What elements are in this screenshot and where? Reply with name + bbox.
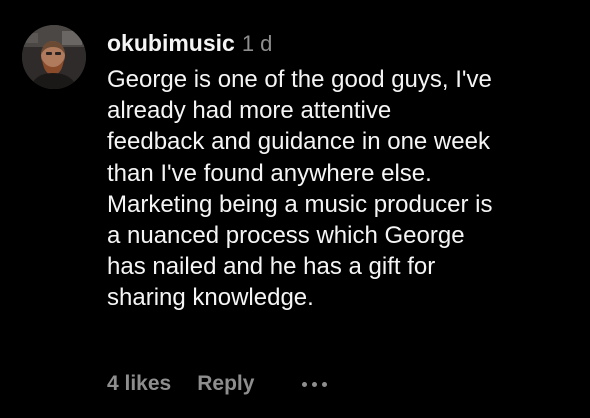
avatar[interactable] — [22, 25, 86, 89]
likes-count-link[interactable]: 4 likes — [107, 372, 171, 396]
username-link[interactable]: okubimusic — [107, 30, 235, 57]
comment-actions: 4 likes Reply — [107, 369, 328, 399]
comment-text-line: already had more attentive — [107, 97, 392, 125]
dot — [302, 381, 308, 387]
comment-text-line: Marketing being a music producer is — [107, 190, 493, 218]
comment-text-line: has nailed and he has a gift for — [107, 253, 436, 281]
comment-text-line: sharing knowledge. — [107, 284, 314, 312]
comment-text-line: a nuanced process which George — [107, 222, 465, 250]
comment-content: okubimusic 1 d George is one of the good… — [107, 30, 583, 314]
comment-text-line: than I've found anywhere else. — [107, 159, 432, 187]
comment-header: okubimusic 1 d — [107, 30, 583, 60]
reply-button[interactable]: Reply — [197, 372, 254, 396]
comment: okubimusic 1 d George is one of the good… — [0, 0, 590, 418]
comment-text: George is one of the good guys, I've alr… — [107, 64, 583, 314]
dot — [312, 381, 318, 387]
user-avatar-icon — [22, 25, 86, 89]
dot — [322, 381, 328, 387]
comment-timestamp[interactable]: 1 d — [242, 31, 273, 57]
comment-text-line: George is one of the good guys, I've — [107, 66, 492, 93]
more-options-icon[interactable] — [302, 369, 328, 399]
comment-text-line: feedback and guidance in one week — [107, 128, 490, 156]
